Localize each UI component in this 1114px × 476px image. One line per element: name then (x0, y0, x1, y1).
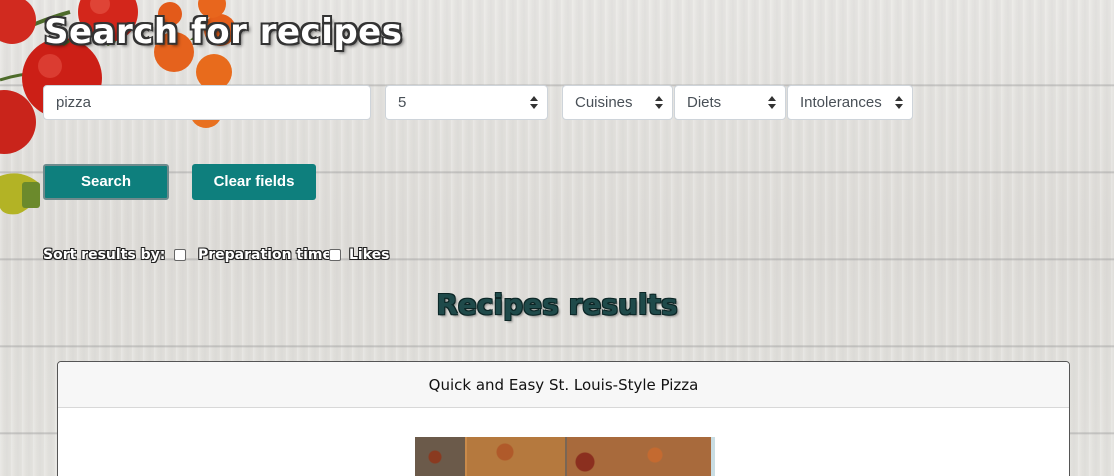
updown-caret-icon (530, 96, 538, 109)
recipe-card-title: Quick and Easy St. Louis-Style Pizza (58, 362, 1069, 408)
page-title: Search for recipes (44, 12, 403, 52)
likes-checkbox[interactable] (329, 249, 341, 261)
updown-caret-icon (895, 96, 903, 109)
updown-caret-icon (768, 96, 776, 109)
intolerances-select[interactable]: Intolerances (787, 85, 913, 120)
diets-select[interactable]: Diets (674, 85, 786, 120)
results-count-select[interactable]: 5 (385, 85, 548, 120)
diets-label: Diets (687, 94, 722, 111)
preparation-time-checkbox[interactable] (174, 249, 186, 261)
results-count-value: 5 (398, 94, 407, 111)
likes-label: Likes (349, 247, 390, 263)
cuisines-select[interactable]: Cuisines (562, 85, 673, 120)
intolerances-label: Intolerances (800, 94, 882, 111)
clear-fields-button[interactable]: Clear fields (192, 164, 316, 200)
preparation-time-label: Preparation time (198, 247, 333, 263)
cuisines-label: Cuisines (575, 94, 633, 111)
sort-label: Sort results by: (43, 247, 166, 263)
results-title: Recipes results (436, 288, 678, 321)
updown-caret-icon (655, 96, 663, 109)
search-input[interactable]: pizza (43, 85, 371, 120)
search-button[interactable]: Search (43, 164, 169, 200)
recipe-image[interactable] (415, 437, 715, 476)
recipe-card[interactable]: Quick and Easy St. Louis-Style Pizza (57, 361, 1070, 476)
